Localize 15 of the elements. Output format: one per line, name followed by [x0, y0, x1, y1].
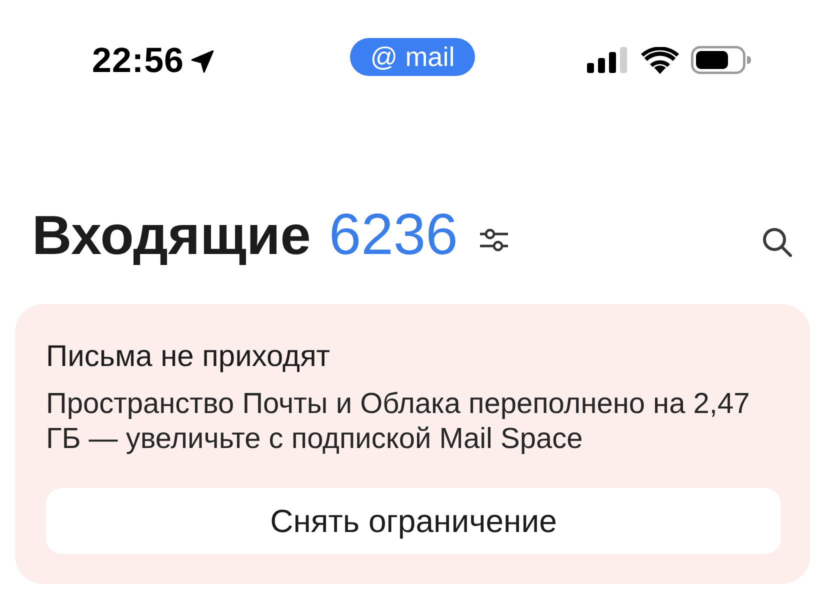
app-pill[interactable]: @ mail: [350, 38, 475, 76]
location-arrow-icon: [190, 48, 216, 74]
warning-text: Пространство Почты и Облака переполнено на 2,47 ГБ — увеличьте с подпиской Mail Space: [46, 387, 751, 457]
filter-button[interactable]: [480, 228, 508, 252]
wifi-icon: [641, 46, 679, 74]
status-time: 22:56: [92, 41, 184, 81]
search-icon: [762, 227, 792, 257]
signal-strength-icon: [587, 47, 629, 73]
remove-limit-button[interactable]: Снять ограничение: [46, 488, 781, 554]
battery-icon: [691, 46, 751, 74]
message-count: 6236: [328, 203, 458, 267]
filter-sliders-icon: [480, 228, 508, 252]
inbox-title: Входящие: [32, 203, 311, 267]
warning-title: Письма не приходят: [46, 339, 332, 375]
search-button[interactable]: [762, 227, 792, 257]
